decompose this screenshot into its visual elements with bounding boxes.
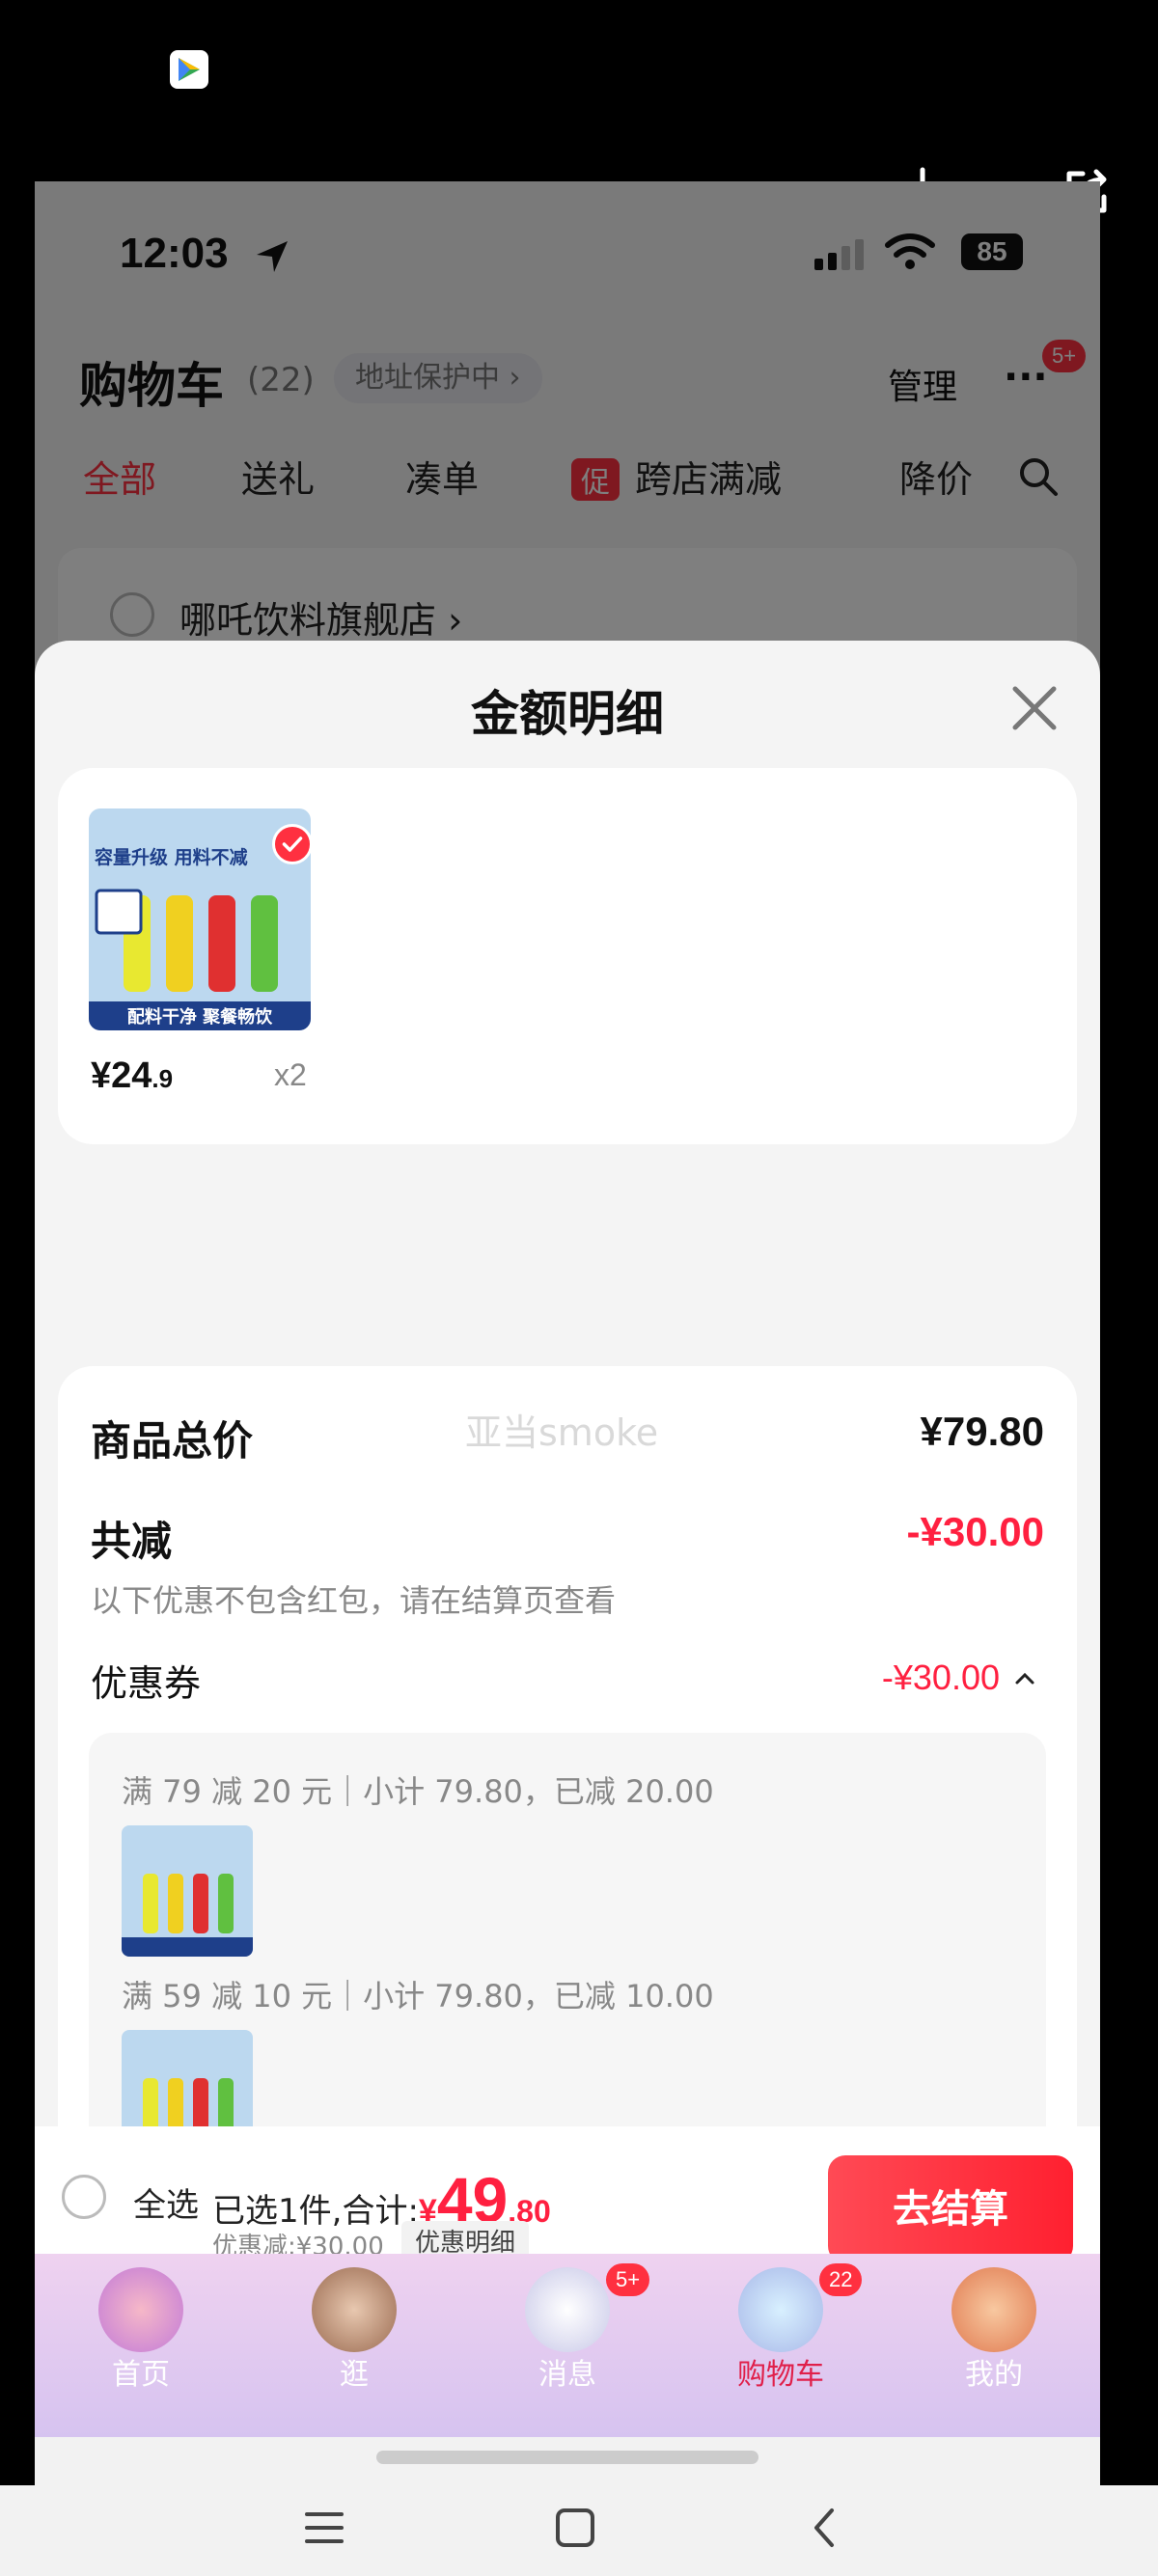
tab-cart[interactable]: 22 购物车 (675, 2254, 887, 2437)
watermark: 亚当smoke (465, 1411, 659, 1454)
cart-avatar-icon (738, 2267, 823, 2352)
image-viewer-bar (0, 0, 1158, 181)
system-nav-bar (0, 2485, 1158, 2576)
back-icon[interactable] (805, 2507, 847, 2549)
product-image-banner: 容量升级 用料不减 (95, 847, 248, 868)
home-indicator[interactable] (376, 2451, 758, 2464)
checkout-button[interactable]: 去结算 (828, 2155, 1073, 2263)
select-all-radio[interactable] (62, 2175, 106, 2219)
total-price-label: 商品总价 (91, 1417, 254, 1465)
home-icon[interactable] (554, 2507, 596, 2549)
discount-note: 以下优惠不包含红包，请在结算页查看 (91, 1582, 617, 1619)
messages-badge: 5+ (606, 2263, 650, 2296)
tab-messages-label: 消息 (538, 2358, 596, 2392)
coupon-rule: 满 79 减 20 元｜小计 79.80，已减 20.00 (122, 1773, 714, 1810)
select-all-label[interactable]: 全选 (133, 2179, 199, 2226)
menu-icon[interactable] (303, 2507, 345, 2549)
product-price-dec: .9 (152, 1064, 174, 1093)
phone-screen: 12:03 85 购物车 (22) 地址保护中 › 管理 ··· 5+ 全部 送… (35, 181, 1100, 2485)
summary-card: 亚当smoke 商品总价 ¥79.80 共减 -¥30.00 以下优惠不包含红包… (58, 1366, 1077, 2244)
coupon-product-image (122, 1825, 253, 1957)
messages-avatar-icon (525, 2267, 610, 2352)
mine-avatar-icon (951, 2267, 1036, 2352)
tab-home[interactable]: 首页 (35, 2254, 247, 2437)
sheet-title: 金额明细 (471, 686, 664, 742)
coupon-rule: 满 59 减 10 元｜小计 79.80，已减 10.00 (122, 1978, 714, 2014)
reduce-value: -¥30.00 (906, 1509, 1044, 1554)
total-price-value: ¥79.80 (920, 1409, 1044, 1454)
home-avatar-icon (98, 2267, 183, 2352)
coupon-label: 优惠券 (91, 1662, 202, 1705)
checked-icon (272, 824, 313, 864)
product-image-footer: 配料干净 聚餐畅饮 (126, 1007, 273, 1028)
checkout-bar: 全选 已选1件,合计:¥49.80 优惠减:¥30.00 优惠明细 去结算 (35, 2126, 1100, 2263)
product-price-int: ¥24 (91, 1055, 152, 1096)
tab-mine[interactable]: 我的 (888, 2254, 1100, 2437)
reduce-label: 共减 (91, 1518, 173, 1565)
chevron-up-icon[interactable] (1013, 1669, 1036, 1688)
bottom-tabbar: 首页 逛 5+ 消息 22 购物车 我的 (35, 2254, 1100, 2437)
product-card: 容量升级 用料不减 配料干净 聚餐畅饮 ¥24.9 x2 (58, 768, 1077, 1144)
cart-badge: 22 (819, 2263, 863, 2296)
explore-avatar-icon (312, 2267, 397, 2352)
tab-home-label: 首页 (112, 2358, 170, 2392)
tab-explore-label: 逛 (340, 2358, 369, 2392)
coupon-value: -¥30.00 (881, 1658, 1000, 1697)
selected-text: 已选1件,合计: (212, 2192, 419, 2231)
tab-cart-label: 购物车 (737, 2358, 824, 2392)
tab-messages[interactable]: 5+ 消息 (461, 2254, 674, 2437)
play-store-icon (170, 50, 208, 89)
product-price: ¥24.9 (91, 1055, 173, 1097)
gesture-bar (35, 2437, 1100, 2485)
tab-explore[interactable]: 逛 (248, 2254, 460, 2437)
product-qty: x2 (274, 1057, 307, 1092)
tab-mine-label: 我的 (965, 2358, 1023, 2392)
close-icon[interactable] (1006, 679, 1063, 737)
